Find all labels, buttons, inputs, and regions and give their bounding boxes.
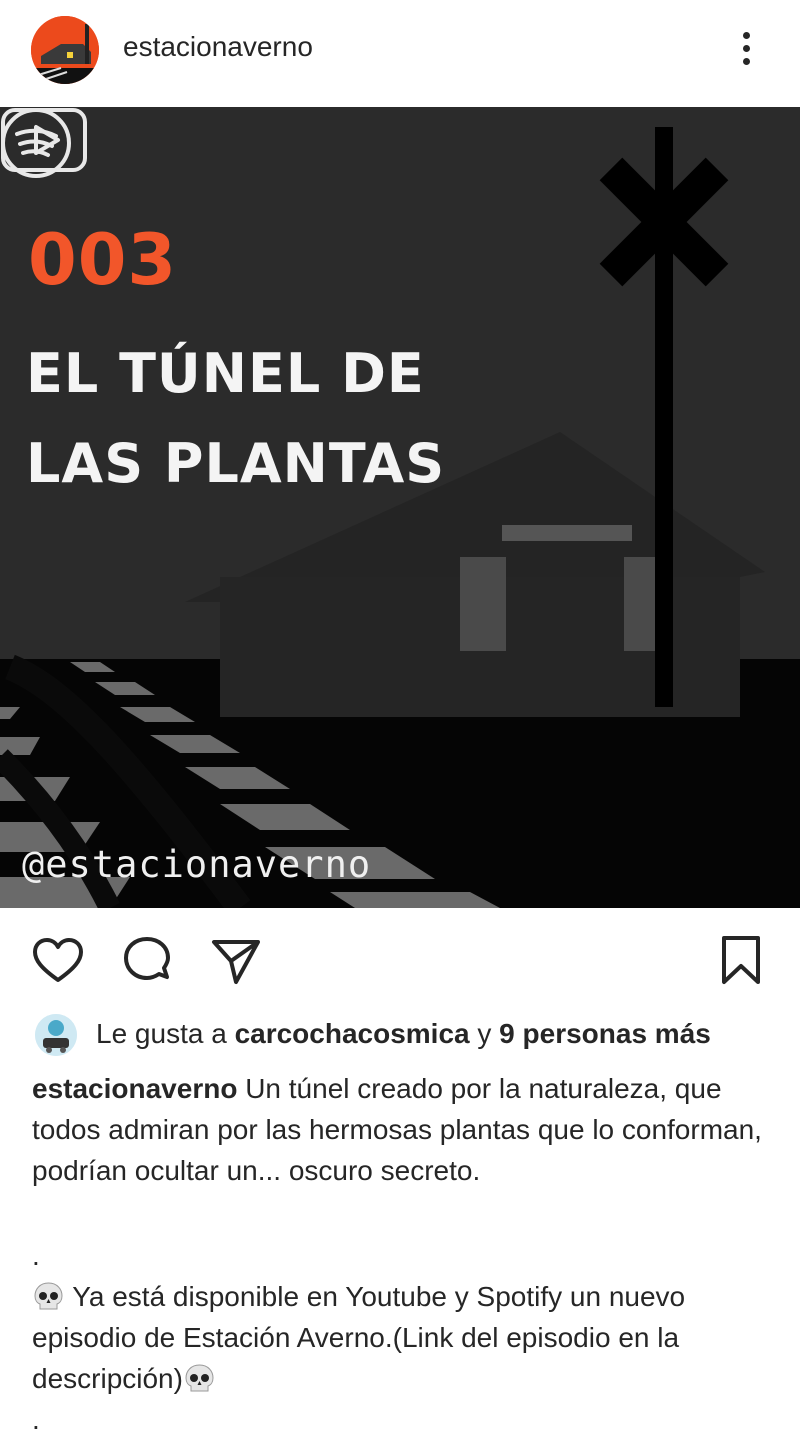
liker-avatar[interactable]	[35, 1014, 77, 1056]
caption-dot: .	[32, 1240, 40, 1271]
episode-title: EL TÚNEL DE LAS PLANTAS	[26, 342, 446, 495]
post-caption: estacionaverno Un túnel creado por la na…	[32, 1068, 777, 1440]
caption-announcement-text: Ya está disponible en Youtube y Spotify …	[32, 1281, 686, 1394]
spotify-icon	[1, 108, 71, 178]
skull-icon	[34, 1282, 63, 1310]
caption-dot: .	[32, 1404, 40, 1435]
save-button[interactable]	[714, 934, 768, 988]
more-options-button[interactable]	[728, 28, 764, 72]
likes-others[interactable]: 9 personas más	[499, 1018, 711, 1049]
likes-text: Le gusta a carcochacosmica y 9 personas …	[96, 1018, 711, 1050]
share-icon	[212, 940, 260, 984]
more-vertical-icon	[742, 32, 750, 39]
comment-button[interactable]	[120, 934, 174, 988]
caption-paragraph: estacionaverno Un túnel creado por la na…	[32, 1068, 777, 1191]
more-dot	[742, 45, 750, 52]
comment-icon	[124, 937, 170, 980]
post-username[interactable]: estacionaverno	[123, 31, 313, 63]
caption-announcement: Ya está disponible en Youtube y Spotify …	[32, 1276, 777, 1399]
bookmark-icon	[722, 936, 760, 984]
liker-avatar-icon	[35, 1014, 77, 1056]
liker-username[interactable]: carcochacosmica	[235, 1018, 470, 1049]
likes-row[interactable]: Le gusta a carcochacosmica y 9 personas …	[0, 1012, 800, 1060]
post-actions	[0, 908, 800, 1008]
likes-conjunction: y	[477, 1018, 492, 1049]
more-dot	[742, 58, 750, 65]
image-handle: @estacionaverno	[22, 843, 372, 886]
post-image[interactable]: 003 EL TÚNEL DE LAS PLANTAS @estacionave…	[0, 107, 800, 908]
share-button[interactable]	[208, 934, 262, 988]
caption-username[interactable]: estacionaverno	[32, 1073, 237, 1104]
skull-icon	[185, 1364, 214, 1392]
post-header: estacionaverno	[0, 0, 800, 107]
like-button[interactable]	[31, 934, 85, 988]
station-logo-icon	[31, 16, 99, 84]
likes-prefix: Le gusta a	[96, 1018, 227, 1049]
heart-icon	[33, 938, 83, 982]
profile-avatar[interactable]	[31, 16, 99, 84]
episode-number: 003	[28, 219, 178, 301]
